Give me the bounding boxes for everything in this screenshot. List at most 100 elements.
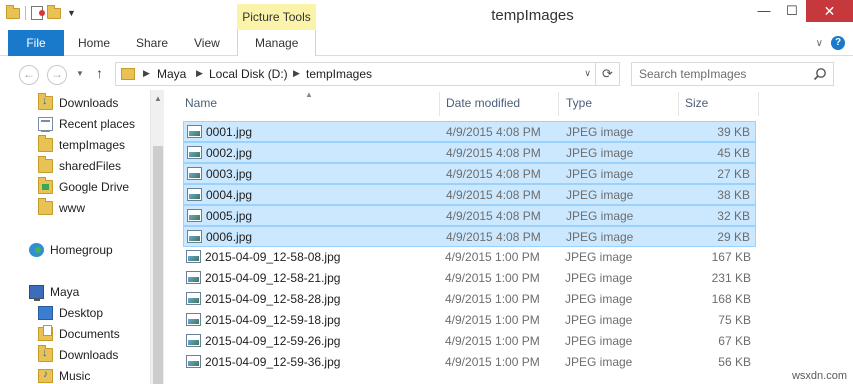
tab-share[interactable]: Share [136, 30, 168, 56]
file-name: 2015-04-09_12-58-28.jpg [205, 292, 341, 306]
column-divider[interactable] [439, 92, 440, 116]
jpeg-image-icon [187, 146, 202, 159]
file-type: JPEG image [566, 188, 634, 202]
file-type: JPEG image [566, 125, 634, 139]
file-size: 45 KB [717, 146, 750, 160]
nav-item-label: Google Drive [59, 180, 130, 194]
nav-item-music[interactable]: Music [38, 366, 90, 384]
file-row[interactable]: 2015-04-09_12-59-18.jpg 4/9/2015 1:00 PM J… [183, 310, 756, 331]
nav-pane-scrollbar[interactable]: ▲ [150, 90, 164, 384]
file-row[interactable]: 0006.jpg 4/9/2015 4:08 PM JPEG image 29 KB [183, 226, 756, 247]
file-date-modified: 4/9/2015 4:08 PM [446, 209, 541, 223]
file-date-modified: 4/9/2015 1:00 PM [445, 355, 540, 369]
breadcrumb-tempimages[interactable]: tempImages [306, 67, 372, 81]
file-row[interactable]: 0002.jpg 4/9/2015 4:08 PM JPEG image 45 KB [183, 142, 756, 163]
nav-item-sharedfiles[interactable]: sharedFiles [38, 156, 121, 176]
help-icon[interactable]: ? [831, 36, 845, 50]
forward-button[interactable]: → [47, 65, 67, 85]
file-size: 56 KB [718, 355, 751, 369]
folder-icon [38, 156, 53, 173]
scroll-up-arrow-icon[interactable]: ▲ [154, 94, 162, 103]
nav-item-documents[interactable]: Documents [38, 324, 120, 344]
nav-item-label: Desktop [59, 306, 104, 320]
column-header-type[interactable]: Type [566, 96, 592, 110]
breadcrumb-arrow-icon[interactable]: ▶ [143, 68, 150, 79]
up-button[interactable]: ↑ [96, 65, 103, 81]
nav-item-label: tempImages [59, 138, 126, 152]
scrollbar-thumb[interactable] [153, 146, 163, 384]
file-name: 2015-04-09_12-59-26.jpg [205, 334, 341, 348]
tab-home[interactable]: Home [78, 30, 110, 56]
file-name: 0004.jpg [206, 188, 253, 202]
file-name: 2015-04-09_12-59-36.jpg [205, 355, 341, 369]
file-date-modified: 4/9/2015 4:08 PM [446, 230, 541, 244]
jpeg-image-icon [186, 313, 201, 326]
file-type: JPEG image [566, 209, 634, 223]
minimize-button[interactable]: — [750, 0, 778, 22]
window-title: tempImages [491, 7, 574, 24]
column-header-name[interactable]: Name [185, 96, 217, 110]
file-type: JPEG image [565, 250, 633, 264]
column-divider[interactable] [678, 92, 679, 116]
homegroup-icon [29, 243, 44, 257]
jpeg-image-icon [186, 355, 201, 368]
column-divider[interactable] [758, 92, 759, 116]
address-bar[interactable]: ▶ Maya ▶ Local Disk (D:) ▶ tempImages ∨ … [115, 62, 620, 86]
watermark: wsxdn.com [791, 370, 847, 382]
breadcrumb-arrow-icon[interactable]: ▶ [196, 68, 203, 79]
nav-item-desktop[interactable]: Desktop [38, 303, 103, 323]
window-controls: — ☐ ✕ [750, 0, 853, 22]
window-title-wrap: tempImages [0, 7, 853, 24]
jpeg-image-icon [187, 167, 202, 180]
column-headers: ▲ Name Date modified Type Size [164, 90, 853, 118]
jpeg-image-icon [187, 188, 202, 201]
expand-ribbon-chevron-icon[interactable]: ∨ [816, 38, 823, 49]
file-name: 2015-04-09_12-59-18.jpg [205, 313, 341, 327]
file-row[interactable]: 0004.jpg 4/9/2015 4:08 PM JPEG image 38 KB [183, 184, 756, 205]
file-name: 0002.jpg [206, 146, 253, 160]
file-row[interactable]: 2015-04-09_12-59-36.jpg 4/9/2015 1:00 PM J… [183, 352, 756, 373]
address-dropdown-icon[interactable]: ∨ [584, 68, 591, 79]
column-divider[interactable] [558, 92, 559, 116]
file-row[interactable]: 2015-04-09_12-58-21.jpg 4/9/2015 1:00 PM J… [183, 268, 756, 289]
breadcrumb-maya[interactable]: Maya [157, 67, 186, 81]
file-row[interactable]: 2015-04-09_12-58-28.jpg 4/9/2015 1:00 PM J… [183, 289, 756, 310]
navigation-pane: Downloads Recent places tempImages share… [0, 90, 150, 384]
maximize-button[interactable]: ☐ [778, 0, 806, 22]
recent-locations-dropdown-icon[interactable]: ▼ [76, 69, 84, 78]
close-button[interactable]: ✕ [806, 0, 853, 22]
tab-view[interactable]: View [194, 30, 220, 56]
nav-item-downloads-pc[interactable]: Downloads [38, 345, 118, 365]
file-size: 168 KB [711, 292, 751, 306]
breadcrumb-local-disk[interactable]: Local Disk (D:) [209, 67, 288, 81]
address-folder-icon [121, 68, 135, 80]
file-row[interactable]: 0003.jpg 4/9/2015 4:08 PM JPEG image 27 KB [183, 163, 756, 184]
nav-item-homegroup[interactable]: Homegroup [29, 240, 113, 260]
search-icon[interactable] [813, 67, 827, 81]
jpeg-image-icon [187, 209, 202, 222]
nav-item-this-pc[interactable]: Maya [29, 282, 79, 302]
tab-manage[interactable]: Manage [255, 30, 298, 56]
nav-item-tempimages[interactable]: tempImages [38, 135, 125, 155]
file-size: 231 KB [711, 271, 751, 285]
breadcrumb-arrow-icon[interactable]: ▶ [293, 68, 300, 79]
column-header-date-modified[interactable]: Date modified [446, 96, 520, 110]
nav-item-google-drive[interactable]: Google Drive [38, 177, 129, 197]
file-row[interactable]: 0001.jpg 4/9/2015 4:08 PM JPEG image 39 KB [183, 121, 756, 142]
file-name: 2015-04-09_12-58-21.jpg [205, 271, 341, 285]
nav-item-downloads[interactable]: Downloads [38, 93, 118, 113]
nav-item-www[interactable]: www [38, 198, 85, 218]
tab-file[interactable]: File [8, 30, 64, 56]
file-row[interactable]: 0005.jpg 4/9/2015 4:08 PM JPEG image 32 KB [183, 205, 756, 226]
nav-item-recent-places[interactable]: Recent places [38, 114, 135, 134]
file-size: 27 KB [717, 167, 750, 181]
search-box[interactable] [631, 62, 834, 86]
file-row[interactable]: 2015-04-09_12-58-08.jpg 4/9/2015 1:00 PM J… [183, 247, 756, 268]
search-input[interactable] [639, 66, 809, 82]
file-row[interactable]: 2015-04-09_12-59-26.jpg 4/9/2015 1:00 PM J… [183, 331, 756, 352]
jpeg-image-icon [186, 292, 201, 305]
column-header-size[interactable]: Size [685, 96, 708, 110]
refresh-button[interactable]: ⟳ [595, 63, 619, 85]
back-button[interactable]: ← [19, 65, 39, 85]
file-type: JPEG image [565, 271, 633, 285]
